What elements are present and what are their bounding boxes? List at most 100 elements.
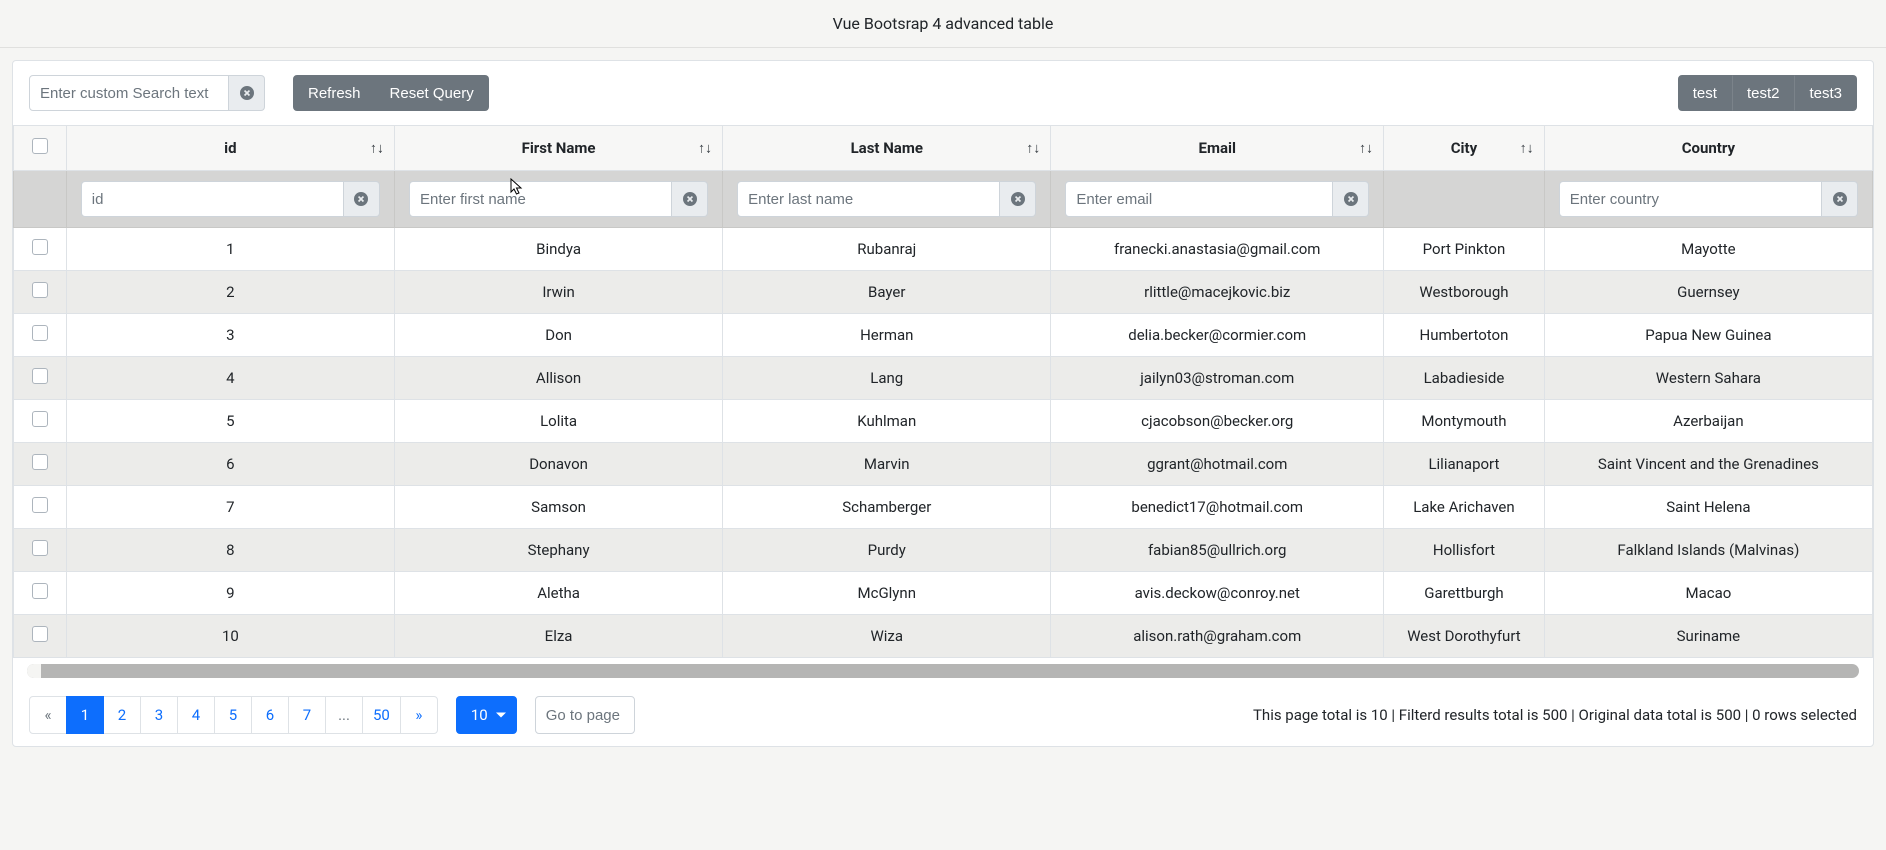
filter-input-email[interactable]	[1065, 181, 1333, 217]
row-select-cell[interactable]	[14, 486, 67, 529]
column-header-label: Country	[1682, 139, 1735, 157]
cell-city: Hollisfort	[1384, 529, 1545, 572]
cell-email: alison.rath@graham.com	[1051, 615, 1384, 658]
cell-first: Samson	[394, 486, 722, 529]
row-checkbox[interactable]	[32, 454, 48, 470]
row-checkbox[interactable]	[32, 497, 48, 513]
column-header-label: First Name	[522, 139, 596, 157]
select-all-checkbox[interactable]	[32, 138, 48, 154]
pagination-page-4[interactable]: 4	[177, 696, 215, 734]
filter-clear-id-button[interactable]	[344, 181, 380, 217]
column-header-city[interactable]: City ↑↓	[1384, 126, 1545, 171]
cell-country: Guernsey	[1544, 271, 1872, 314]
cell-city: Lilianaport	[1384, 443, 1545, 486]
row-select-cell[interactable]	[14, 443, 67, 486]
filter-cell-city	[1384, 171, 1545, 228]
cell-last: Schamberger	[723, 486, 1051, 529]
pagination-page-50[interactable]: 50	[362, 696, 401, 734]
row-select-cell[interactable]	[14, 572, 67, 615]
table-row[interactable]: 8StephanyPurdyfabian85@ullrich.orgHollis…	[14, 529, 1873, 572]
goto-page-input[interactable]	[535, 696, 635, 734]
table-row[interactable]: 10ElzaWizaalison.rath@graham.comWest Dor…	[14, 615, 1873, 658]
row-select-cell[interactable]	[14, 357, 67, 400]
pagination-page-6[interactable]: 6	[251, 696, 289, 734]
row-checkbox[interactable]	[32, 411, 48, 427]
global-search-clear-button[interactable]	[229, 75, 265, 111]
page-size-value: 10	[471, 706, 488, 724]
pagination-prev-button[interactable]: «	[29, 696, 67, 734]
cell-city: West Dorothyfurt	[1384, 615, 1545, 658]
table-row[interactable]: 3DonHermandelia.becker@cormier.comHumber…	[14, 314, 1873, 357]
row-checkbox[interactable]	[32, 540, 48, 556]
sort-icon: ↑↓	[698, 140, 712, 157]
pagination-page-5[interactable]: 5	[214, 696, 252, 734]
pagination: «1234567...50»	[29, 696, 438, 734]
table-row[interactable]: 6DonavonMarvinggrant@hotmail.comLilianap…	[14, 443, 1873, 486]
filter-input-first-name[interactable]	[409, 181, 672, 217]
row-select-cell[interactable]	[14, 314, 67, 357]
horizontal-scrollbar[interactable]	[27, 664, 1859, 678]
column-header-last-name[interactable]: Last Name ↑↓	[723, 126, 1051, 171]
pagination-page-1[interactable]: 1	[66, 696, 104, 734]
pagination-ellipsis[interactable]: ...	[325, 696, 363, 734]
toolbar-right-button-test3[interactable]: test3	[1794, 75, 1857, 111]
pagination-page-2[interactable]: 2	[103, 696, 141, 734]
cell-id: 9	[66, 572, 394, 615]
cell-country: Papua New Guinea	[1544, 314, 1872, 357]
cell-country: Azerbaijan	[1544, 400, 1872, 443]
cell-email: fabian85@ullrich.org	[1051, 529, 1384, 572]
toolbar-right-button-test[interactable]: test	[1678, 75, 1732, 111]
table-row[interactable]: 7SamsonSchambergerbenedict17@hotmail.com…	[14, 486, 1873, 529]
row-select-cell[interactable]	[14, 615, 67, 658]
row-select-cell[interactable]	[14, 271, 67, 314]
cell-last: Herman	[723, 314, 1051, 357]
global-search-input[interactable]	[29, 75, 229, 111]
table-row[interactable]: 1BindyaRubanrajfranecki.anastasia@gmail.…	[14, 228, 1873, 271]
row-checkbox[interactable]	[32, 626, 48, 642]
table-row[interactable]: 5LolitaKuhlmancjacobson@becker.orgMontym…	[14, 400, 1873, 443]
table-row[interactable]: 9AlethaMcGlynnavis.deckow@conroy.netGare…	[14, 572, 1873, 615]
column-header-country[interactable]: Country	[1544, 126, 1872, 171]
filter-cell-country	[1544, 171, 1872, 228]
row-select-cell[interactable]	[14, 529, 67, 572]
row-checkbox[interactable]	[32, 239, 48, 255]
page-title-text: Vue Bootsrap 4 advanced table	[833, 14, 1054, 33]
filter-clear-first-name-button[interactable]	[672, 181, 708, 217]
reset-query-button[interactable]: Reset Query	[376, 75, 489, 111]
column-header-id[interactable]: id ↑↓	[66, 126, 394, 171]
cell-email: jailyn03@stroman.com	[1051, 357, 1384, 400]
row-checkbox[interactable]	[32, 282, 48, 298]
filter-clear-email-button[interactable]	[1333, 181, 1369, 217]
pagination-page-7[interactable]: 7	[288, 696, 326, 734]
column-header-email[interactable]: Email ↑↓	[1051, 126, 1384, 171]
table-row[interactable]: 2IrwinBayerrlittle@macejkovic.bizWestbor…	[14, 271, 1873, 314]
refresh-button[interactable]: Refresh	[293, 75, 376, 111]
page-size-select[interactable]: 10	[456, 696, 517, 734]
cell-email: delia.becker@cormier.com	[1051, 314, 1384, 357]
table-row[interactable]: 4AllisonLangjailyn03@stroman.comLabadies…	[14, 357, 1873, 400]
row-checkbox[interactable]	[32, 325, 48, 341]
cell-last: Wiza	[723, 615, 1051, 658]
row-checkbox[interactable]	[32, 368, 48, 384]
sort-icon: ↑↓	[1026, 140, 1040, 157]
cell-first: Elza	[394, 615, 722, 658]
cell-id: 3	[66, 314, 394, 357]
column-header-first-name[interactable]: First Name ↑↓	[394, 126, 722, 171]
cell-last: Rubanraj	[723, 228, 1051, 271]
filter-input-last-name[interactable]	[737, 181, 1000, 217]
right-button-group: testtest2test3	[1678, 75, 1857, 111]
toolbar-right-button-test2[interactable]: test2	[1732, 75, 1795, 111]
cell-city: Labadieside	[1384, 357, 1545, 400]
row-select-cell[interactable]	[14, 228, 67, 271]
column-header-label: id	[224, 139, 236, 157]
filter-input-country[interactable]	[1559, 181, 1822, 217]
cell-id: 1	[66, 228, 394, 271]
pagination-next-button[interactable]: »	[400, 696, 438, 734]
pagination-page-3[interactable]: 3	[140, 696, 178, 734]
filter-input-id[interactable]	[81, 181, 344, 217]
row-checkbox[interactable]	[32, 583, 48, 599]
row-select-cell[interactable]	[14, 400, 67, 443]
filter-clear-country-button[interactable]	[1822, 181, 1858, 217]
select-all-header[interactable]	[14, 126, 67, 171]
filter-clear-last-name-button[interactable]	[1000, 181, 1036, 217]
